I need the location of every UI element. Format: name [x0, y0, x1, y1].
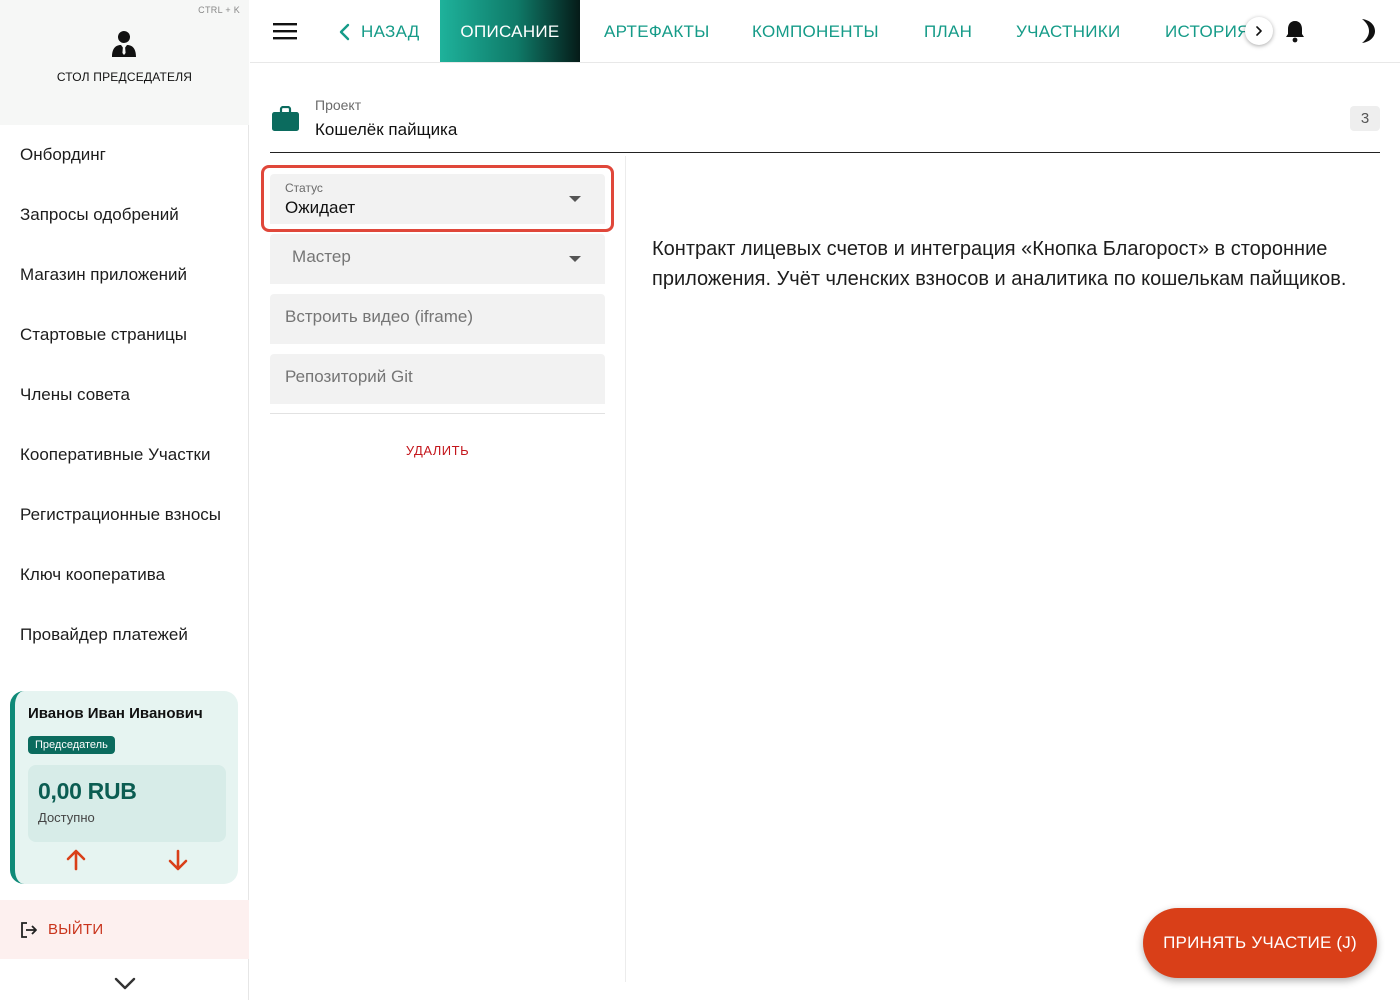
briefcase-icon: [272, 106, 299, 131]
balance-amount: 0,00 RUB: [38, 778, 137, 804]
git-repo-input[interactable]: Репозиторий Git: [270, 354, 605, 404]
chevron-left-icon[interactable]: [338, 23, 350, 41]
arrow-down-icon[interactable]: [167, 849, 189, 871]
tabs-bar: НАЗАД ОПИСАНИЕ АРТЕФАКТЫ КОМПОНЕНТЫ ПЛАН…: [250, 0, 1248, 62]
arrow-up-icon[interactable]: [65, 849, 87, 871]
tabs-scroll-right-button[interactable]: [1245, 17, 1273, 45]
moon-icon[interactable]: [1352, 18, 1376, 44]
balance-box: 0,00 RUB Доступно: [28, 765, 226, 842]
sidebar-header[interactable]: CTRL + K СТОЛ ПРЕДСЕДАТЕЛЯ: [0, 0, 249, 125]
tab-components[interactable]: КОМПОНЕНТЫ: [752, 0, 879, 62]
column-divider: [625, 156, 626, 982]
search-hotkey-hint: CTRL + K: [198, 5, 240, 15]
tab-history[interactable]: ИСТОРИЯ: [1165, 0, 1248, 62]
user-card: Иванов Иван Иванович Председатель 0,00 R…: [10, 691, 238, 884]
status-label: Статус: [285, 181, 323, 195]
video-embed-input[interactable]: Встроить видео (iframe): [270, 294, 605, 344]
master-placeholder: Мастер: [292, 247, 351, 266]
logout-button[interactable]: ВЫЙТИ: [0, 900, 249, 959]
user-tie-icon: [112, 31, 136, 57]
status-select[interactable]: Статус Ожидает: [270, 174, 605, 224]
project-divider: [270, 152, 1380, 153]
sidebar: CTRL + K СТОЛ ПРЕДСЕДАТЕЛЯ Онбординг Зап…: [0, 0, 249, 1000]
sidebar-item-approval-requests[interactable]: Запросы одобрений: [20, 205, 179, 225]
top-header: НАЗАД ОПИСАНИЕ АРТЕФАКТЫ КОМПОНЕНТЫ ПЛАН…: [250, 0, 1400, 63]
git-repo-placeholder: Репозиторий Git: [285, 367, 413, 386]
tab-participants[interactable]: УЧАСТНИКИ: [1016, 0, 1121, 62]
master-select[interactable]: Мастер: [270, 234, 605, 284]
dropdown-caret-icon: [569, 256, 581, 262]
user-name: Иванов Иван Иванович: [28, 705, 203, 722]
project-description: Контракт лицевых счетов и интеграция «Кн…: [652, 238, 1347, 290]
sidebar-item-start-pages[interactable]: Стартовые страницы: [20, 325, 187, 345]
sidebar-item-onboarding[interactable]: Онбординг: [20, 145, 106, 165]
chevron-down-icon[interactable]: [113, 974, 137, 994]
logout-icon: [21, 922, 37, 938]
video-embed-placeholder: Встроить видео (iframe): [285, 307, 474, 326]
tab-description[interactable]: ОПИСАНИЕ: [440, 0, 580, 62]
tab-artifacts[interactable]: АРТЕФАКТЫ: [604, 0, 710, 62]
sidebar-item-board-members[interactable]: Члены совета: [20, 385, 130, 405]
join-participation-button[interactable]: ПРИНЯТЬ УЧАСТИЕ (J): [1143, 908, 1377, 978]
dropdown-caret-icon: [569, 196, 581, 202]
project-count-badge: 3: [1350, 106, 1380, 131]
chevron-right-icon: [1256, 26, 1262, 36]
sidebar-item-payment-provider[interactable]: Провайдер платежей: [20, 625, 188, 645]
logout-label: ВЫЙТИ: [48, 921, 104, 938]
role-badge: Председатель: [28, 736, 115, 754]
sidebar-item-coop-key[interactable]: Ключ кооператива: [20, 565, 165, 585]
balance-caption: Доступно: [38, 810, 95, 825]
delete-button[interactable]: УДАЛИТЬ: [270, 443, 605, 458]
workspace-title: СТОЛ ПРЕДСЕДАТЕЛЯ: [56, 70, 193, 84]
sidebar-item-app-store[interactable]: Магазин приложений: [20, 265, 187, 285]
form-divider: [270, 413, 605, 414]
back-button[interactable]: НАЗАД: [361, 0, 420, 62]
sidebar-item-coop-plots[interactable]: Кооперативные Участки: [20, 445, 210, 465]
bell-icon[interactable]: [1284, 19, 1306, 43]
project-name: Кошелёк пайщика: [315, 120, 458, 139]
project-label: Проект: [315, 97, 362, 113]
tab-plan[interactable]: ПЛАН: [924, 0, 972, 62]
status-value: Ожидает: [285, 198, 356, 217]
sidebar-item-registration-fees[interactable]: Регистрационные взносы: [20, 505, 221, 525]
